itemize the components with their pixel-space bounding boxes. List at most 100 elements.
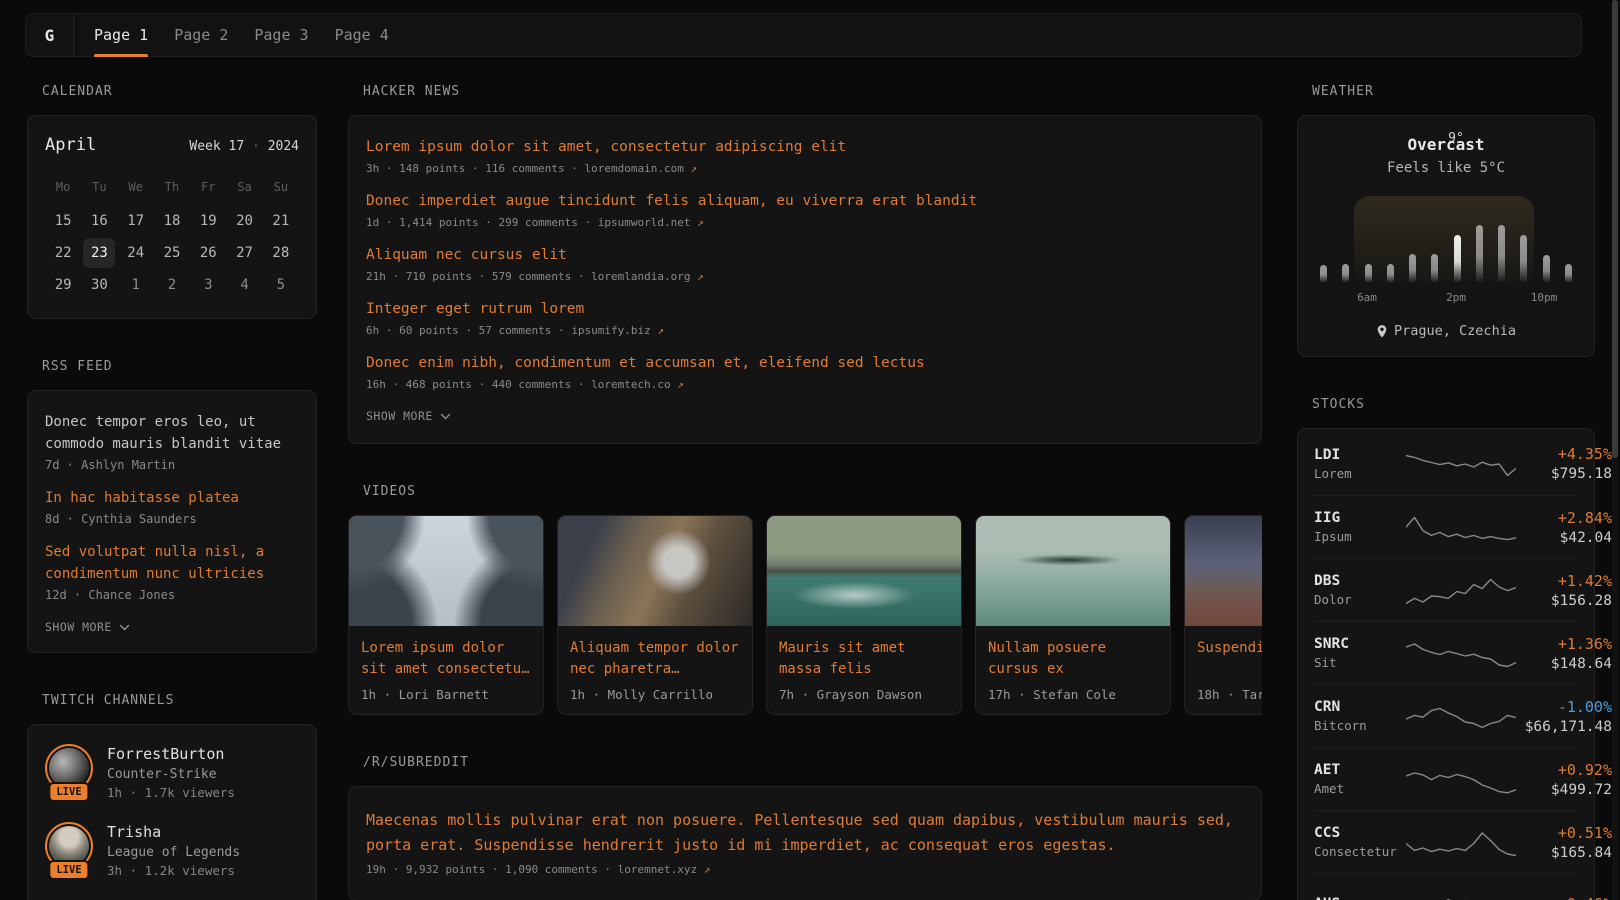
- section-title-rss: RSS FEED: [27, 359, 317, 374]
- stock-name: Dolor: [1314, 592, 1406, 607]
- stock-change: +1.36%: [1516, 635, 1612, 653]
- stock-row[interactable]: CRN Bitcorn -1.00% $66,171.48: [1314, 684, 1578, 747]
- stock-change: +2.84%: [1516, 509, 1612, 527]
- hn-meta-text: 1d · 1,414 points · 299 comments ·: [366, 216, 598, 229]
- stock-identity: SNRC Sit: [1314, 636, 1406, 670]
- subreddit-post: Maecenas mollis pulvinar erat non posuer…: [366, 808, 1244, 876]
- hn-domain-link[interactable]: loremtech.co: [591, 378, 670, 391]
- video-card[interactable]: Suspendisse diam 18h · Tara: [1184, 515, 1262, 715]
- post-domain-link[interactable]: loremnet.xyz: [618, 863, 697, 876]
- hn-domain-link[interactable]: loremlandia.org: [591, 270, 690, 283]
- videos-carousel: Lorem ipsum dolor sit amet consectetu… 1…: [348, 515, 1262, 715]
- rss-item-link[interactable]: Sed volutpat nulla nisl, a condimentum n…: [45, 544, 264, 582]
- tab-page-4[interactable]: Page 4: [322, 14, 402, 56]
- stock-values: -1.00% $66,171.48: [1516, 698, 1612, 735]
- video-card[interactable]: Lorem ipsum dolor sit amet consectetu… 1…: [348, 515, 544, 715]
- dashboard-columns: CALENDAR April Week 17 · 2024 Mo Tu We T…: [27, 84, 1595, 900]
- video-title-link[interactable]: Suspendisse diam: [1197, 638, 1262, 680]
- weather-bar: [1454, 235, 1461, 283]
- stock-row[interactable]: AHS +0.46%: [1314, 873, 1578, 900]
- section-title-hackernews: HACKER NEWS: [348, 84, 1262, 99]
- stock-values: +1.42% $156.28: [1516, 572, 1612, 609]
- weekday-label: Th: [154, 175, 190, 199]
- hn-domain-link[interactable]: loremdomain.com: [585, 162, 684, 175]
- video-meta: 1h · Molly Carrillo: [570, 687, 740, 702]
- stock-sparkline: [1406, 760, 1516, 798]
- hn-item-link[interactable]: Lorem ipsum dolor sit amet, consectetur …: [366, 136, 1244, 158]
- stock-sparkline: [1406, 886, 1516, 900]
- twitch-channel-row[interactable]: LIVE ForrestBurton Counter-Strike 1h · 1…: [45, 744, 299, 800]
- scrollbar-thumb[interactable]: [1612, 0, 1618, 458]
- video-title-link[interactable]: Nullam posuere cursus ex: [988, 638, 1158, 680]
- rss-show-more-button[interactable]: SHOW MORE: [45, 620, 299, 634]
- video-card[interactable]: Mauris sit amet massa felis 7h · Grayson…: [766, 515, 962, 715]
- video-thumbnail: [976, 516, 1170, 626]
- section-title-videos: VIDEOS: [348, 484, 1262, 499]
- stock-values: +0.46%: [1516, 895, 1612, 900]
- stock-change: +4.35%: [1516, 445, 1612, 463]
- hn-show-more-button[interactable]: SHOW MORE: [366, 409, 1244, 423]
- hn-item-link[interactable]: Integer eget rutrum lorem: [366, 298, 1244, 320]
- stock-price: $499.72: [1516, 782, 1612, 798]
- stock-change: +0.92%: [1516, 761, 1612, 779]
- separator-dot: ·: [252, 139, 260, 154]
- tab-label: Page 3: [254, 26, 308, 44]
- stock-name: Sit: [1314, 655, 1406, 670]
- post-meta: 19h · 9,932 points · 1,090 comments · lo…: [366, 863, 1244, 876]
- hn-item-link[interactable]: Donec enim nibh, condimentum et accumsan…: [366, 352, 1244, 374]
- post-title-link[interactable]: Maecenas mollis pulvinar erat non posuer…: [366, 811, 1233, 854]
- rss-item-link[interactable]: Donec tempor eros leo, ut commodo mauris…: [45, 414, 281, 452]
- hn-domain-link[interactable]: ipsumworld.net: [598, 216, 691, 229]
- tab-page-3[interactable]: Page 3: [241, 14, 321, 56]
- calendar-day: 26: [190, 237, 226, 269]
- calendar-day: 29: [45, 269, 81, 301]
- stock-row[interactable]: DBS Dolor +1.42% $156.28: [1314, 558, 1578, 621]
- hn-meta-text: 21h · 710 points · 579 comments ·: [366, 270, 591, 283]
- weather-location-text: Prague, Czechia: [1394, 323, 1516, 339]
- video-card[interactable]: Nullam posuere cursus ex 17h · Stefan Co…: [975, 515, 1171, 715]
- hn-item-link[interactable]: Aliquam nec cursus elit: [366, 244, 1244, 266]
- hn-item: Integer eget rutrum lorem 6h · 60 points…: [366, 298, 1244, 337]
- video-card[interactable]: Aliquam tempor dolor nec pharetra… 1h · …: [557, 515, 753, 715]
- hn-item: Donec imperdiet augue tincidunt felis al…: [366, 190, 1244, 229]
- video-title-link[interactable]: Mauris sit amet massa felis: [779, 638, 949, 680]
- calendar-day-selected: 23: [81, 237, 117, 269]
- stock-row[interactable]: AET Amet +0.92% $499.72: [1314, 747, 1578, 810]
- weather-axis: 6am 2pm 10pm: [1320, 291, 1572, 307]
- stock-symbol: LDI: [1314, 447, 1406, 463]
- hn-domain-link[interactable]: ipsumify.biz: [571, 324, 650, 337]
- rss-item-link[interactable]: In hac habitasse platea: [45, 490, 239, 506]
- tab-page-1[interactable]: Page 1: [81, 14, 161, 56]
- weather-bar: [1409, 254, 1416, 283]
- stock-name: Consectetur: [1314, 844, 1406, 859]
- stocks-widget: LDI Lorem +4.35% $795.18 IIG Ipsum: [1297, 428, 1595, 900]
- stock-row[interactable]: LDI Lorem +4.35% $795.18: [1314, 432, 1578, 495]
- video-title-link[interactable]: Lorem ipsum dolor sit amet consectetu…: [361, 638, 531, 680]
- stock-change: +1.42%: [1516, 572, 1612, 590]
- section-title-twitch: TWITCH CHANNELS: [27, 693, 317, 708]
- twitch-channel-row[interactable]: LIVE Trisha League of Legends 3h · 1.2k …: [45, 822, 299, 878]
- twitch-avatar-wrap: LIVE: [45, 744, 93, 800]
- stock-price: $66,171.48: [1516, 719, 1612, 735]
- video-title-link[interactable]: Aliquam tempor dolor nec pharetra…: [570, 638, 740, 680]
- hn-meta-text: 6h · 60 points · 57 comments ·: [366, 324, 571, 337]
- hn-item-meta: 16h · 468 points · 440 comments · loremt…: [366, 378, 1244, 391]
- stock-sparkline: [1406, 571, 1516, 609]
- stocks-section: STOCKS LDI Lorem +4.35% $795.18 IIG: [1297, 397, 1595, 900]
- rss-widget: Donec tempor eros leo, ut commodo mauris…: [27, 390, 317, 653]
- calendar-day-next-month: 1: [118, 269, 154, 301]
- stock-identity: AHS: [1314, 896, 1406, 900]
- stock-row[interactable]: SNRC Sit +1.36% $148.64: [1314, 621, 1578, 684]
- calendar-day: 28: [263, 237, 299, 269]
- hn-item: Donec enim nibh, condimentum et accumsan…: [366, 352, 1244, 391]
- tab-page-2[interactable]: Page 2: [161, 14, 241, 56]
- stock-symbol: CCS: [1314, 825, 1406, 841]
- hn-item-link[interactable]: Donec imperdiet augue tincidunt felis al…: [366, 190, 1244, 212]
- stock-row[interactable]: IIG Ipsum +2.84% $42.04: [1314, 495, 1578, 558]
- selected-day-box: 23: [83, 238, 115, 268]
- weather-widget: Overcast Feels like 5°C 9° 6am 2pm 10pm: [1297, 115, 1595, 357]
- channel-name: ForrestBurton: [107, 744, 235, 764]
- stock-row[interactable]: CCS Consectetur +0.51% $165.84: [1314, 810, 1578, 873]
- channel-viewers: 1h · 1.7k viewers: [107, 785, 235, 800]
- app-logo[interactable]: G: [26, 14, 74, 56]
